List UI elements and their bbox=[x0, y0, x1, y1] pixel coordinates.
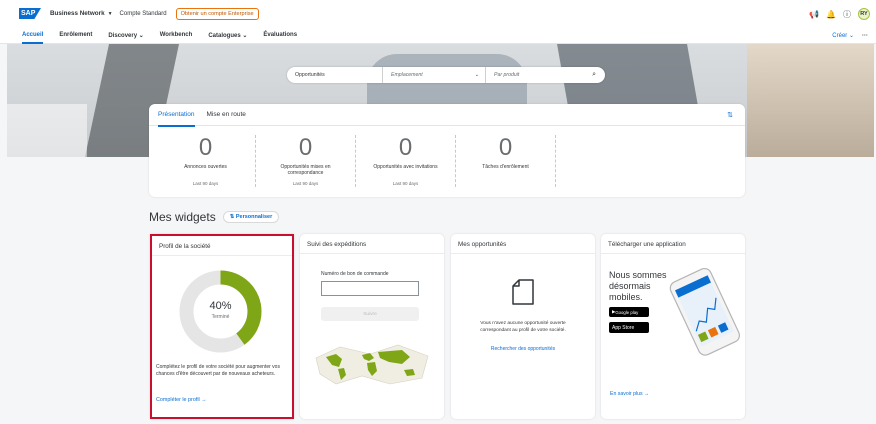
stat-tile[interactable]: 0 Tâches d'enrôlement bbox=[456, 135, 556, 187]
progress-percent: 40% bbox=[209, 300, 232, 312]
hero-image-part bbox=[7, 104, 87, 157]
personalize-button[interactable]: ⇅ Personnaliser bbox=[222, 211, 280, 223]
stat-tile[interactable]: 0 Opportunités mises en correspondance L… bbox=[256, 135, 356, 187]
widget-header: Télécharger une application bbox=[601, 234, 745, 254]
network-name[interactable]: Business Network bbox=[50, 10, 105, 17]
app-store-label: App Store bbox=[612, 324, 635, 331]
network-caret-icon[interactable]: ▼ bbox=[108, 11, 113, 17]
company-profile-widget: Profil de la société 40% Terminé Complét… bbox=[150, 234, 294, 419]
bell-icon[interactable]: 🔔 bbox=[826, 10, 836, 19]
overview-tabs: Présentation Mise en route bbox=[149, 104, 745, 127]
personalize-label: Personnaliser bbox=[235, 214, 273, 220]
settings-sliders-icon[interactable]: ⇅ bbox=[727, 111, 733, 119]
search-icon[interactable]: ⌕ bbox=[592, 71, 596, 79]
stat-period: Last 90 days bbox=[192, 181, 219, 186]
nav-enrolement[interactable]: Enrôlement bbox=[59, 27, 92, 44]
stat-period: Last 90 days bbox=[392, 181, 419, 186]
shipment-tracking-widget: Suivi des expéditions Numéro de bon de c… bbox=[300, 234, 444, 419]
stat-tile[interactable]: 0 Annonces ouvertes Last 90 days bbox=[156, 135, 256, 187]
hero-image-part bbox=[747, 44, 874, 157]
world-map-illustration bbox=[315, 344, 429, 385]
widget-header: Suivi des expéditions bbox=[300, 234, 444, 254]
create-button[interactable]: Créer ⌄ bbox=[832, 32, 854, 39]
track-button[interactable]: Suivre bbox=[321, 307, 419, 321]
nav-catalogues[interactable]: Catalogues ⌄ bbox=[208, 27, 247, 44]
overview-panel: Présentation Mise en route ⇅ 0 Annonces … bbox=[149, 104, 745, 197]
top-bar: SAP Business Network ▼ Compte Standard O… bbox=[0, 0, 876, 27]
stats-row: 0 Annonces ouvertes Last 90 days 0 Oppor… bbox=[149, 135, 745, 187]
google-play-badge[interactable]: ▶ Google play bbox=[609, 307, 649, 317]
stat-label: Annonces ouvertes bbox=[184, 164, 227, 170]
stat-label: Opportunités avec invitations bbox=[373, 164, 438, 170]
stat-label: Tâches d'enrôlement bbox=[482, 164, 529, 170]
download-app-widget: Télécharger une application Nous sommes … bbox=[601, 234, 745, 419]
my-opportunities-widget: Mes opportunités Vous n'avez aucune oppo… bbox=[451, 234, 595, 419]
stat-value: 0 bbox=[398, 134, 413, 161]
stat-tile[interactable]: 0 Opportunités avec invitations Last 90 … bbox=[356, 135, 456, 187]
nav-evaluations[interactable]: Évaluations bbox=[263, 27, 297, 44]
stat-period: Last 90 days bbox=[292, 181, 319, 186]
stat-label: Opportunités mises en correspondance bbox=[280, 164, 331, 176]
nav-actions: Créer ⌄ ··· bbox=[832, 32, 868, 40]
empty-document-icon bbox=[512, 279, 534, 305]
nav-accueil[interactable]: Accueil bbox=[22, 27, 44, 44]
phone-illustration bbox=[669, 267, 740, 356]
search-category[interactable]: Opportunités bbox=[287, 67, 383, 83]
widgets-title: Mes widgets bbox=[149, 210, 216, 224]
complete-profile-link[interactable]: Compléter le profil → bbox=[156, 397, 207, 403]
progress-status: Terminé bbox=[211, 314, 230, 320]
enterprise-account-button[interactable]: Obtenir un compte Enterprise bbox=[175, 7, 259, 20]
user-avatar[interactable]: RY bbox=[858, 8, 870, 20]
product-placeholder: Par produit bbox=[494, 72, 520, 78]
po-number-input[interactable] bbox=[321, 281, 419, 296]
sap-logo[interactable]: SAP bbox=[19, 8, 41, 19]
chevron-down-icon[interactable]: ⌄ bbox=[475, 72, 479, 78]
location-field[interactable]: Emplacement ⌄ bbox=[383, 67, 486, 83]
widgets-header: Mes widgets ⇅ Personnaliser bbox=[149, 210, 280, 224]
stat-value: 0 bbox=[298, 134, 313, 161]
app-store-badge[interactable]: App Store bbox=[609, 322, 649, 333]
search-opportunities-link[interactable]: Rechercher des opportunités bbox=[451, 346, 595, 352]
megaphone-icon[interactable]: 📢 bbox=[809, 10, 819, 19]
profile-description: Complétez le profil de votre société pou… bbox=[156, 364, 280, 377]
product-field[interactable]: Par produit ⌕ bbox=[486, 67, 605, 83]
opportunity-search-bar: Opportunités Emplacement ⌄ Par produit ⌕ bbox=[287, 67, 605, 83]
more-icon[interactable]: ··· bbox=[862, 33, 868, 39]
widget-header: Mes opportunités bbox=[451, 234, 595, 254]
nav-discovery[interactable]: Discovery ⌄ bbox=[108, 27, 143, 44]
location-placeholder: Emplacement bbox=[391, 72, 423, 78]
top-actions: 📢 🔔 ⓘ RY bbox=[809, 8, 870, 20]
stat-value: 0 bbox=[498, 134, 513, 161]
account-type: Compte Standard bbox=[119, 10, 167, 17]
main-nav: Accueil Enrôlement Discovery ⌄ Workbench… bbox=[0, 27, 876, 44]
stat-value: 0 bbox=[198, 134, 213, 161]
nav-workbench[interactable]: Workbench bbox=[160, 27, 193, 44]
widget-header: Profil de la société bbox=[152, 236, 292, 256]
learn-more-link[interactable]: En savoir plus → bbox=[610, 391, 649, 397]
help-icon[interactable]: ⓘ bbox=[843, 9, 851, 20]
profile-progress-donut: 40% Terminé bbox=[179, 270, 262, 353]
empty-opportunities-message: Vous n'avez aucune opportunité ouverte c… bbox=[480, 321, 566, 333]
google-play-label: Google play bbox=[615, 309, 639, 315]
po-number-label: Numéro de bon de commande bbox=[321, 271, 389, 277]
tab-getting-started[interactable]: Mise en route bbox=[207, 104, 246, 126]
tab-presentation[interactable]: Présentation bbox=[158, 104, 195, 127]
